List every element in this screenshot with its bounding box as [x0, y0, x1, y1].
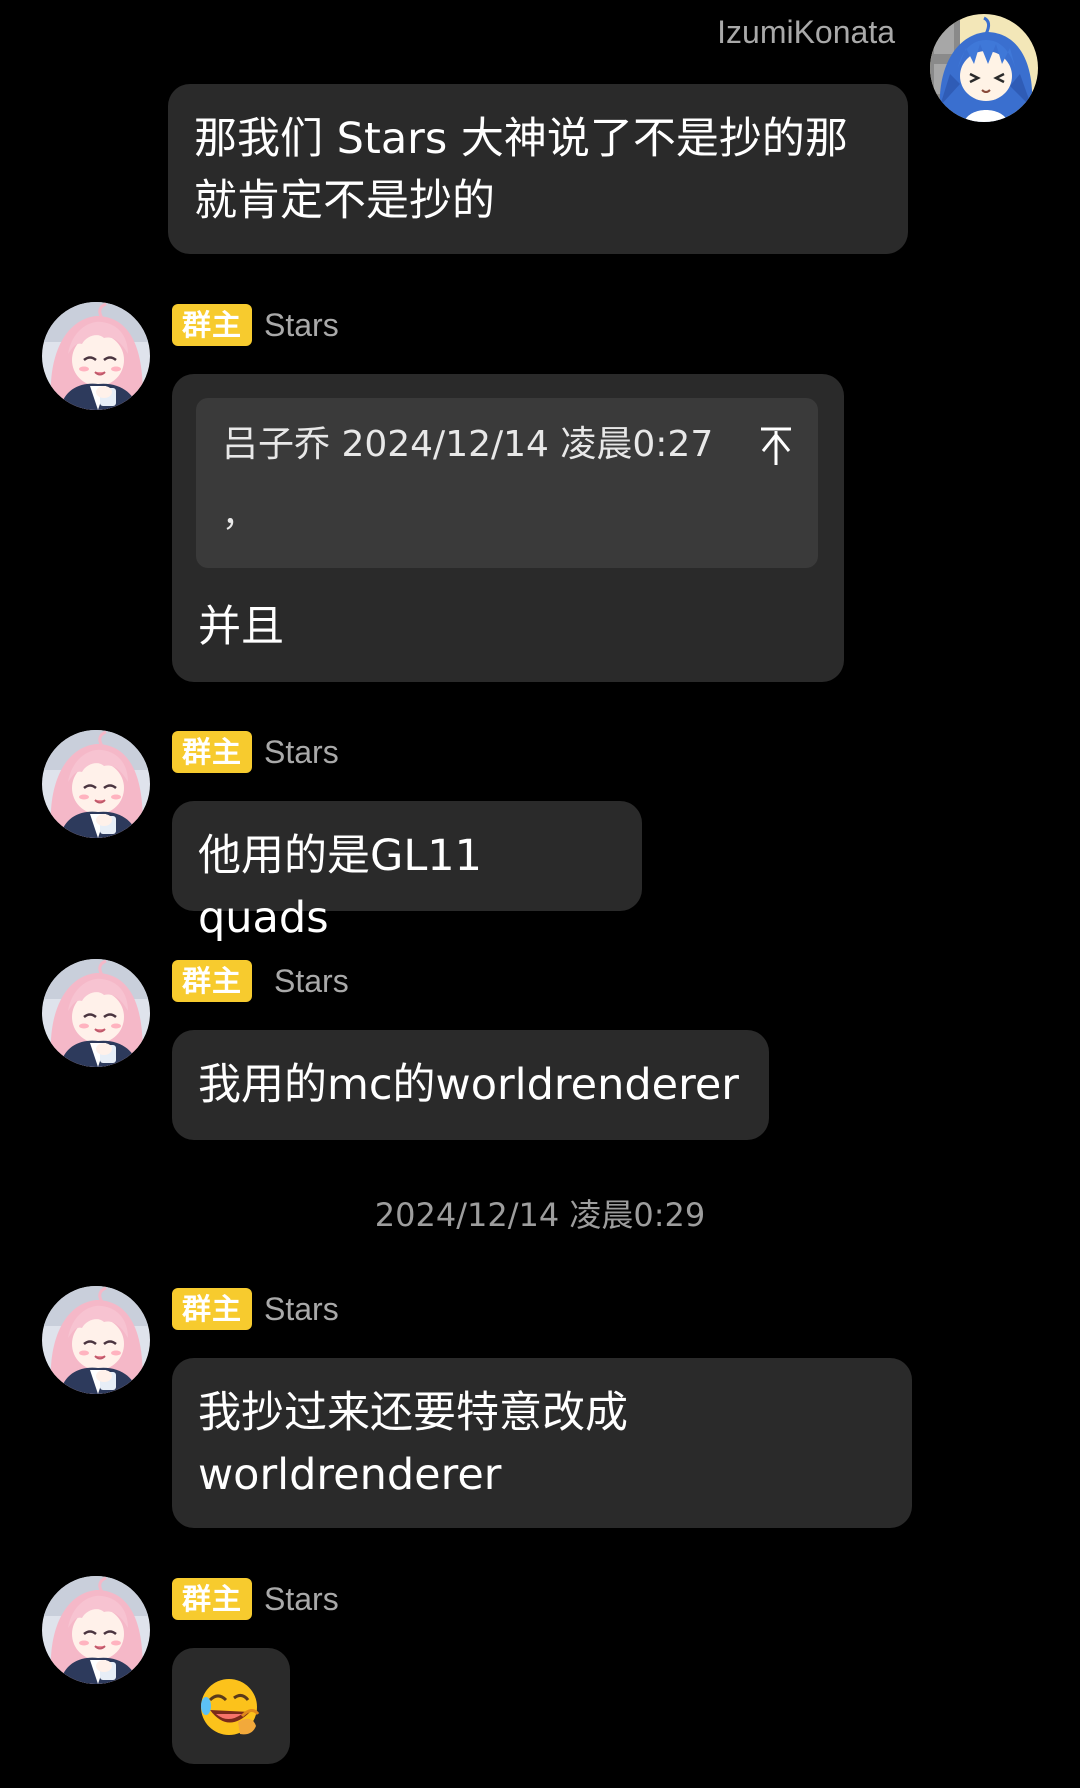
- sender-avatar[interactable]: [42, 302, 150, 410]
- sender-line: 群主 Stars: [172, 731, 339, 773]
- sender-avatar[interactable]: [42, 730, 150, 838]
- message-text: 我用的mc的worldrenderer: [198, 1060, 739, 1110]
- sender-name: Stars: [264, 1290, 339, 1327]
- chat-timestamp: 2024/12/14 凌晨0:29: [374, 1196, 706, 1234]
- message-bubble[interactable]: 我抄过来还要特意改成 worldrenderer: [172, 1358, 912, 1528]
- owner-badge: 群主: [172, 1288, 253, 1330]
- owner-badge: 群主: [172, 304, 253, 346]
- sender-avatar[interactable]: [42, 1286, 150, 1394]
- quoted-message[interactable]: 吕子乔 2024/12/14 凌晨0:27 ，: [196, 398, 818, 568]
- owner-badge: 群主: [172, 960, 253, 1002]
- message-bubble[interactable]: 我用的mc的worldrenderer: [172, 1030, 769, 1140]
- sender-line: 群主 Stars: [172, 1578, 339, 1620]
- message-bubble[interactable]: 他用的是GL11 quads: [172, 801, 642, 943]
- owner-badge: 群主: [172, 1578, 253, 1620]
- message-text-line: 我抄过来还要特意改成: [198, 1388, 628, 1438]
- emoji-message-bubble[interactable]: [172, 1648, 290, 1764]
- sender-avatar[interactable]: [42, 959, 150, 1067]
- jump-to-quote-icon[interactable]: [758, 422, 794, 465]
- laughing-cry-emoji-icon: [198, 1676, 260, 1738]
- sender-name: Stars: [264, 1580, 339, 1617]
- self-sender-name: IzumiKonata: [717, 14, 895, 50]
- sender-name: Stars: [274, 962, 349, 999]
- sender-line: 群主 Stars: [172, 1288, 339, 1330]
- quote-text: ，: [222, 495, 256, 535]
- self-avatar[interactable]: [930, 14, 1038, 122]
- quote-sender-time: 吕子乔 2024/12/14 凌晨0:27: [222, 424, 714, 465]
- sender-line: 群主 Stars: [172, 304, 339, 346]
- message-bubble[interactable]: 吕子乔 2024/12/14 凌晨0:27 ， 并且: [172, 374, 844, 682]
- sender-name: Stars: [264, 733, 339, 770]
- sender-name: Stars: [264, 306, 339, 343]
- message-text-line: 那我们 Stars 大神说了不是抄的那: [194, 114, 848, 164]
- message-text-line: worldrenderer: [198, 1450, 502, 1500]
- message-text-line: 就肯定不是抄的: [194, 176, 495, 226]
- self-message-bubble[interactable]: 那我们 Stars 大神说了不是抄的那 就肯定不是抄的: [168, 84, 908, 254]
- sender-avatar[interactable]: [42, 1576, 150, 1684]
- message-text: 并且: [198, 602, 284, 652]
- owner-badge: 群主: [172, 731, 253, 773]
- sender-line: 群主 Stars: [172, 960, 349, 1002]
- message-text: 他用的是GL11 quads: [198, 831, 482, 943]
